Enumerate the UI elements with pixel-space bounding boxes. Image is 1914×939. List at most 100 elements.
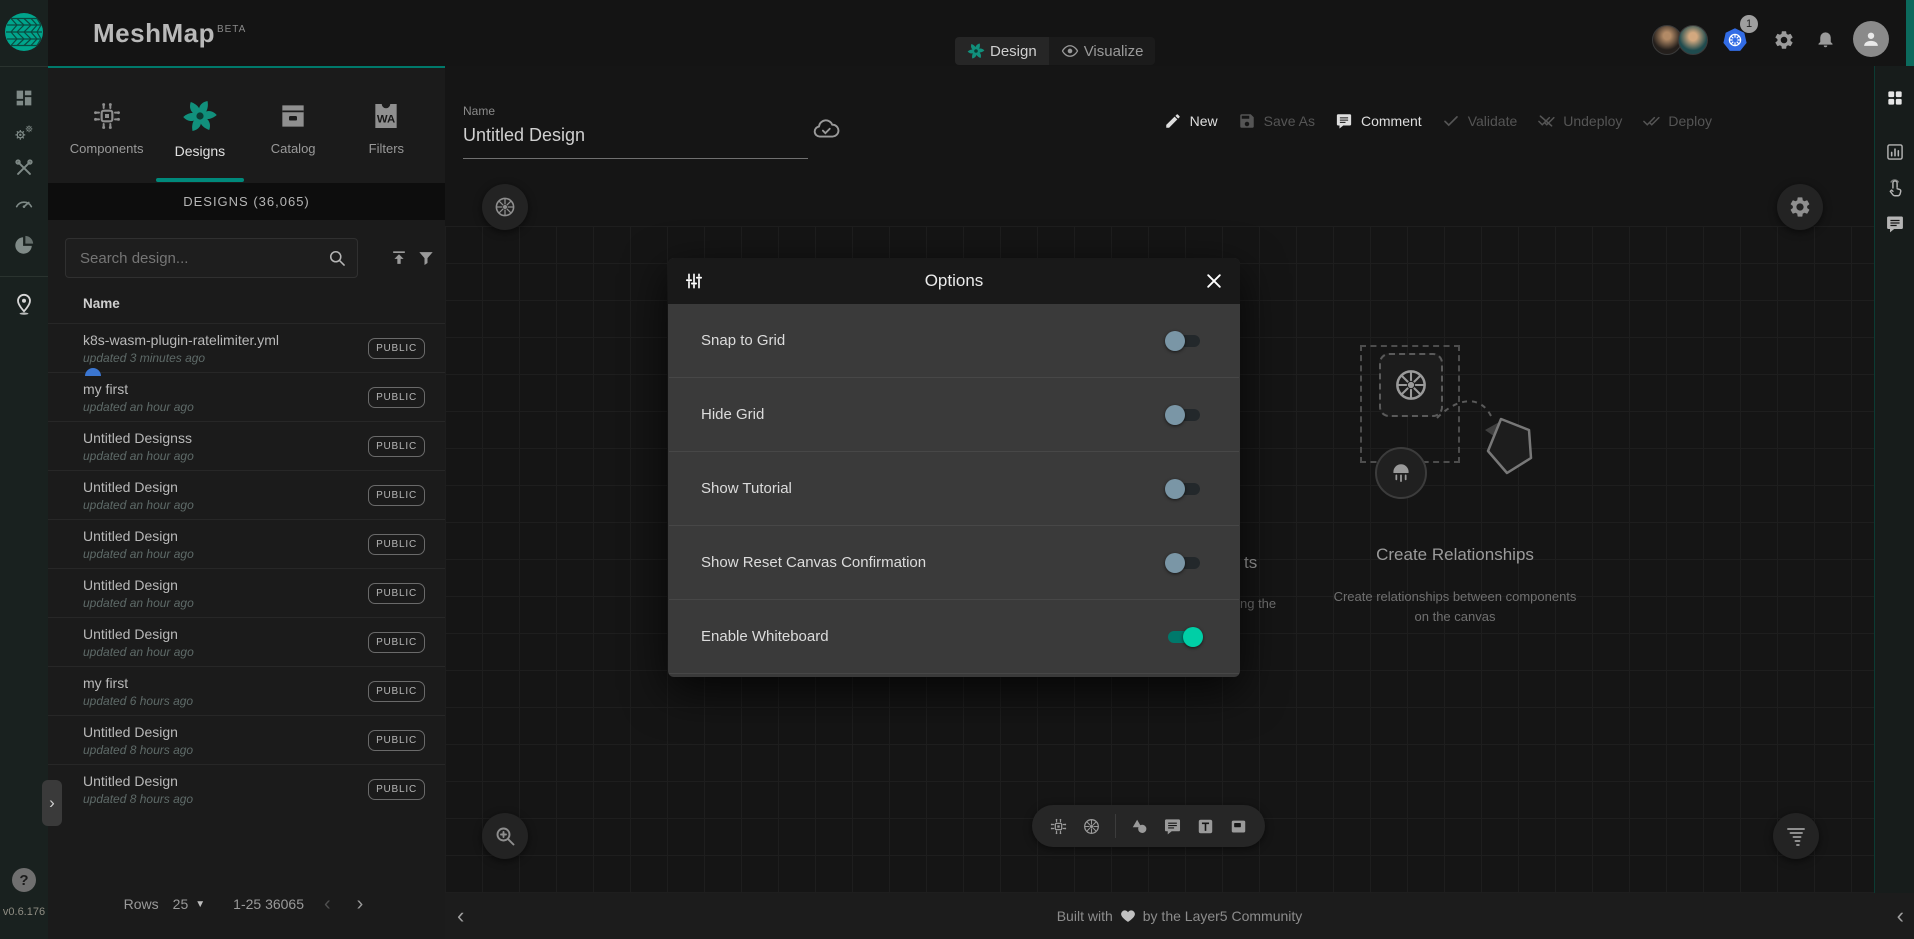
tornado-icon: [1784, 824, 1808, 848]
comment-tool-icon[interactable]: [1163, 817, 1182, 836]
apps-grid-icon[interactable]: [1885, 88, 1905, 108]
component-chip-tool-icon[interactable]: [1049, 817, 1068, 836]
notifications-bell-icon[interactable]: [1815, 28, 1836, 49]
pagination-bar: Rows 25 ▼ 1-25 36065 ‹ ›: [48, 884, 445, 924]
design-name: Untitled Design: [83, 577, 368, 593]
canvas-settings-button[interactable]: [1777, 184, 1823, 230]
configuration-tools-icon[interactable]: [13, 157, 35, 179]
design-list-item[interactable]: my first updated 6 hours ago PUBLIC: [48, 666, 445, 715]
page-size-value: 25: [173, 896, 189, 912]
comment-icon: [1335, 112, 1353, 130]
comments-panel-icon[interactable]: [1885, 214, 1905, 234]
design-name: Untitled Design: [83, 528, 368, 544]
magnifier-plus-icon: [493, 824, 517, 848]
reset-canvas-button[interactable]: [1773, 813, 1819, 859]
right-tool-rail: [1874, 66, 1914, 893]
enable-whiteboard-toggle[interactable]: [1165, 627, 1203, 647]
undeploy-button-label: Undeploy: [1563, 113, 1622, 129]
demo-relationship-arrow: [1425, 386, 1555, 506]
save-as-button[interactable]: Save As: [1238, 112, 1315, 130]
tab-design[interactable]: Design: [955, 37, 1049, 65]
design-list-item[interactable]: Untitled Design updated an hour ago PUBL…: [48, 519, 445, 568]
hide-grid-toggle[interactable]: [1165, 405, 1203, 425]
footer-suffix: by the Layer5 Community: [1143, 908, 1303, 924]
comment-button[interactable]: Comment: [1335, 112, 1422, 130]
search-input[interactable]: [80, 250, 327, 267]
show-tutorial-toggle[interactable]: [1165, 479, 1203, 499]
gear-icon: [1788, 195, 1812, 219]
meshmap-pin-icon[interactable]: [12, 290, 36, 318]
canvas-action-toolbar: New Save As Comment Validate Undeploy De…: [1164, 112, 1712, 130]
media-tool-icon[interactable]: [1229, 817, 1248, 836]
tab-design-label: Design: [990, 43, 1037, 60]
design-list-item[interactable]: k8s-wasm-plugin-ratelimiter.yml updated …: [48, 323, 445, 372]
panel-expand-handle[interactable]: ›: [42, 780, 62, 826]
dashboard-icon[interactable]: [13, 87, 35, 109]
kubernetes-tool-icon[interactable]: [1082, 817, 1101, 836]
help-button[interactable]: ?: [12, 868, 36, 892]
filter-funnel-icon[interactable]: [416, 248, 436, 268]
design-list-item[interactable]: Untitled Designss updated an hour ago PU…: [48, 421, 445, 470]
shapes-tool-icon[interactable]: [1130, 817, 1149, 836]
design-list-item[interactable]: Untitled Design updated an hour ago PUBL…: [48, 470, 445, 519]
design-swirl-icon: [967, 42, 985, 60]
double-check-icon: [1642, 112, 1660, 130]
kubernetes-quick-button[interactable]: [482, 184, 528, 230]
canvas-tools-dock: [1032, 805, 1265, 847]
reset-canvas-confirmation-toggle[interactable]: [1165, 553, 1203, 573]
design-list-item[interactable]: Untitled Design updated an hour ago PUBL…: [48, 568, 445, 617]
extensions-pie-icon[interactable]: [13, 234, 35, 256]
design-updated: updated 6 hours ago: [83, 694, 368, 708]
prev-page-button[interactable]: ‹: [318, 893, 337, 916]
panel-tabs: Components Designs Catalog Filters: [60, 78, 433, 178]
design-list-item[interactable]: my first updated an hour ago PUBLIC: [48, 372, 445, 421]
zoom-button[interactable]: [482, 813, 528, 859]
design-updated: updated 8 hours ago: [83, 743, 368, 757]
designs-swirl-icon: [182, 98, 218, 134]
performance-gauge-icon[interactable]: [13, 192, 35, 214]
design-name-value: Untitled Design: [463, 125, 808, 146]
tab-components[interactable]: Components: [60, 78, 153, 178]
snap-to-grid-toggle[interactable]: [1165, 331, 1203, 351]
footer-collapse-left-icon[interactable]: ‹: [457, 893, 464, 939]
design-updated: updated 8 hours ago: [83, 792, 368, 806]
design-updated: updated an hour ago: [83, 645, 368, 659]
mode-switcher: Design Visualize: [955, 37, 1155, 65]
search-icon[interactable]: [327, 248, 347, 268]
tab-visualize[interactable]: Visualize: [1049, 37, 1156, 65]
import-design-icon[interactable]: [389, 248, 409, 268]
settings-gear-icon[interactable]: [1773, 29, 1795, 51]
design-list-item[interactable]: Untitled Design updated 8 hours ago PUBL…: [48, 715, 445, 764]
option-label: Show Tutorial: [701, 480, 1165, 497]
undeploy-button[interactable]: Undeploy: [1537, 112, 1622, 130]
design-name: k8s-wasm-plugin-ratelimiter.yml: [83, 332, 368, 348]
design-name-label: Name: [463, 104, 808, 118]
text-tool-icon[interactable]: [1196, 817, 1215, 836]
footer-collapse-right-icon[interactable]: ‹: [1897, 893, 1904, 939]
tab-designs[interactable]: Designs: [153, 78, 246, 178]
tab-catalog[interactable]: Catalog: [247, 78, 340, 178]
design-updated: updated an hour ago: [83, 547, 368, 561]
design-list-item[interactable]: Untitled Design updated 8 hours ago PUBL…: [48, 764, 445, 813]
deploy-button[interactable]: Deploy: [1642, 112, 1712, 130]
lifecycle-gears-icon[interactable]: [13, 122, 35, 144]
design-updated: updated an hour ago: [83, 596, 368, 610]
close-icon[interactable]: [1204, 271, 1224, 291]
tab-filters-label: Filters: [369, 141, 404, 156]
filters-wasm-icon: [370, 100, 402, 132]
page-size-select[interactable]: 25 ▼: [173, 896, 205, 912]
tab-components-label: Components: [70, 141, 144, 156]
save-as-button-label: Save As: [1264, 113, 1315, 129]
option-row-hide-grid: Hide Grid: [669, 378, 1239, 452]
validate-button[interactable]: Validate: [1442, 112, 1518, 130]
meshery-logo-icon[interactable]: [4, 12, 44, 52]
chart-panel-icon[interactable]: [1885, 142, 1905, 162]
new-button[interactable]: New: [1164, 112, 1218, 130]
design-list-item[interactable]: Untitled Design updated an hour ago PUBL…: [48, 617, 445, 666]
tab-filters[interactable]: Filters: [340, 78, 433, 178]
collaborator-avatar[interactable]: [1678, 25, 1708, 55]
touch-gesture-icon[interactable]: [1885, 178, 1905, 198]
next-page-button[interactable]: ›: [351, 893, 370, 916]
design-name-field[interactable]: Name Untitled Design: [463, 104, 808, 159]
user-avatar[interactable]: [1853, 21, 1889, 57]
